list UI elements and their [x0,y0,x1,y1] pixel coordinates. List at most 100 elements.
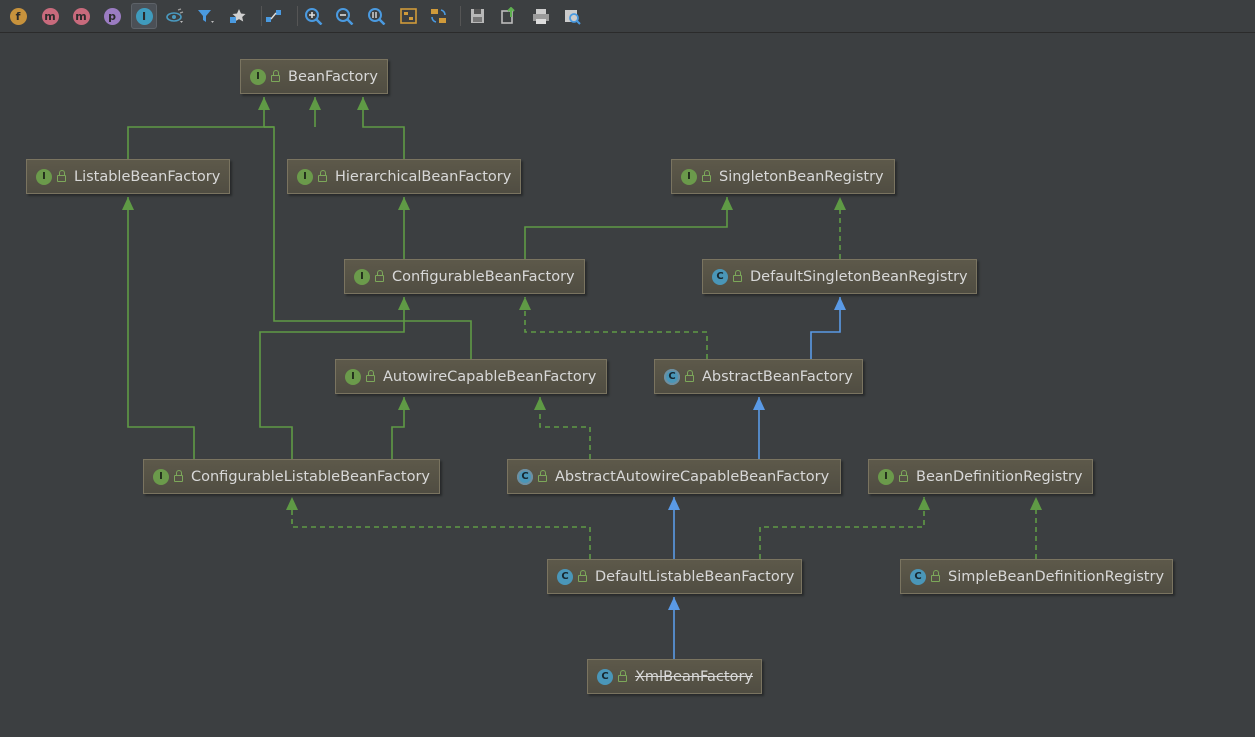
public-visibility-icon [375,270,384,282]
star-icon [228,7,248,25]
class-node-label: DefaultSingletonBeanRegistry [750,268,968,285]
interface-icon: I [681,168,697,185]
print-icon [531,7,551,25]
public-visibility-icon [702,170,711,182]
class-node-default-listable-bean-factory[interactable]: C DefaultListableBeanFactory [547,559,802,594]
class-node-label: HierarchicalBeanFactory [335,168,512,185]
public-visibility-icon [899,470,908,482]
class-node-configurable-listable-bean-factory[interactable]: I ConfigurableListableBeanFactory [143,459,440,494]
uml-diagram-canvas: I BeanFactory I ListableBeanFactory I Hierarc… [0,33,1255,737]
inheritance-arrowhead [309,97,321,110]
inheritance-arrowhead [519,297,531,310]
interface-icon: I [354,268,370,285]
inheritance-arrowhead [398,397,410,410]
actual-size-icon [367,7,387,25]
public-visibility-icon [685,370,694,382]
class-node-bean-factory[interactable]: I BeanFactory [240,59,388,94]
edges-layer [122,97,1042,659]
class-node-listable-bean-factory[interactable]: I ListableBeanFactory [26,159,230,194]
class-node-label: ConfigurableListableBeanFactory [191,468,431,485]
visibility-button[interactable] [162,3,188,29]
inheritance-arrowhead [398,197,410,210]
inheritance-arrowhead [721,197,733,210]
inheritance-arrowhead [834,197,846,210]
show-fields-button[interactable]: f [5,3,31,29]
public-visibility-icon [618,670,627,682]
edge-dlbf-to-clbf [291,497,591,559]
zoom-in-button[interactable] [301,3,327,29]
class-node-label: AbstractAutowireCapableBeanFactory [555,468,830,485]
class-icon: C [712,268,728,285]
class-node-abstract-bean-factory[interactable]: C AbstractBeanFactory [654,359,863,394]
inheritance-arrowhead [398,297,410,310]
class-node-label: BeanDefinitionRegistry [916,468,1083,485]
filter-button[interactable] [193,3,219,29]
class-node-label: BeanFactory [288,68,378,85]
mark-button[interactable] [225,3,251,29]
export-icon [499,7,519,25]
interface-icon: I [36,168,52,185]
zoom-out-button[interactable] [332,3,358,29]
inheritance-arrowhead [918,497,930,510]
save-button[interactable] [465,3,491,29]
show-inner-classes-button[interactable]: I [131,3,157,29]
inheritance-arrowhead [357,97,369,110]
edge-configurable-to-singleton [524,197,728,259]
interface-icon: I [297,168,313,185]
toolbar-separator [460,6,461,26]
interface-icon: I [135,7,153,25]
inheritance-arrowhead [1030,497,1042,510]
inheritance-arrowhead [534,397,546,410]
abstract-class-icon: C [664,368,680,385]
class-node-bean-definition-registry[interactable]: I BeanDefinitionRegistry [868,459,1093,494]
show-properties-button[interactable]: p [99,3,125,29]
edge-abstractbf-to-configurable [524,297,708,359]
link-icon [264,7,284,25]
filter-icon [196,7,216,25]
public-visibility-icon [733,270,742,282]
print-button[interactable] [528,3,554,29]
actual-size-button[interactable] [364,3,390,29]
print-preview-button[interactable] [559,3,585,29]
export-button[interactable] [496,3,522,29]
inheritance-arrowhead [258,97,270,110]
class-node-label: SingletonBeanRegistry [719,168,884,185]
interface-icon: I [878,468,894,485]
show-methods-button[interactable]: m [68,3,94,29]
class-node-hierarchical-bean-factory[interactable]: I HierarchicalBeanFactory [287,159,521,194]
field-icon: f [9,7,27,25]
edge-abstractbf-to-defaultsingleton [810,297,841,359]
interface-icon: I [153,468,169,485]
interface-icon: I [250,68,266,85]
property-icon: p [103,7,121,25]
class-node-simple-bean-definition-registry[interactable]: C SimpleBeanDefinitionRegistry [900,559,1173,594]
class-node-label: XmlBeanFactory [635,668,753,685]
public-visibility-icon [271,70,280,82]
link-button[interactable] [261,3,287,29]
class-node-singleton-bean-registry[interactable]: I SingletonBeanRegistry [671,159,895,194]
layout-button[interactable] [426,3,452,29]
class-icon: C [557,568,573,585]
inheritance-arrowhead [834,297,846,310]
class-node-xml-bean-factory[interactable]: C XmlBeanFactory [587,659,762,694]
inheritance-arrowhead [122,197,134,210]
toolbar-separator [297,6,298,26]
class-node-label: AbstractBeanFactory [702,368,853,385]
constructor-icon: m [41,7,59,25]
zoom-out-icon [335,7,355,25]
class-node-configurable-bean-factory[interactable]: I ConfigurableBeanFactory [344,259,585,294]
class-node-label: DefaultListableBeanFactory [595,568,795,585]
class-node-abstract-autowire-capable-bean-factory[interactable]: C AbstractAutowireCapableBeanFactory [507,459,841,494]
save-icon [468,7,488,25]
public-visibility-icon [366,370,375,382]
class-node-autowire-capable-bean-factory[interactable]: I AutowireCapableBeanFactory [335,359,607,394]
class-icon: C [597,668,613,685]
class-node-label: AutowireCapableBeanFactory [383,368,597,385]
class-node-default-singleton-bean-registry[interactable]: C DefaultSingletonBeanRegistry [702,259,977,294]
inheritance-arrowhead [668,497,680,510]
inheritance-arrowhead [753,397,765,410]
fit-content-button[interactable] [396,3,422,29]
fit-content-icon [399,7,419,25]
show-constructors-button[interactable]: m [37,3,63,29]
zoom-in-icon [304,7,324,25]
